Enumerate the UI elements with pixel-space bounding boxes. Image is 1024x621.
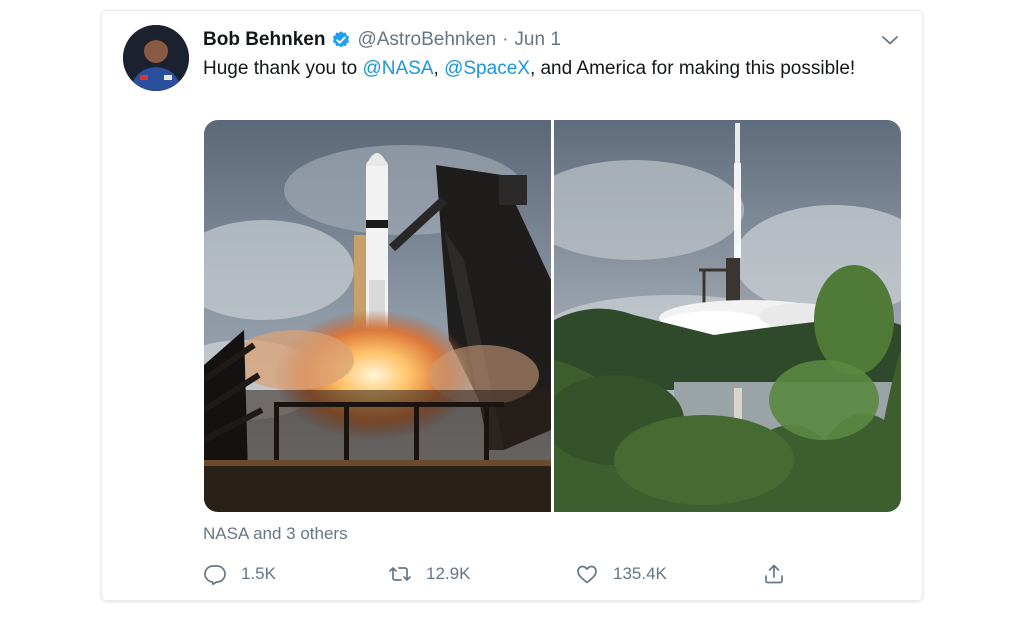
tweet-date[interactable]: Jun 1	[514, 29, 560, 51]
tweet-text: Huge thank you to @NASA, @SpaceX, and Am…	[203, 55, 883, 83]
heart-icon	[577, 565, 597, 584]
reply-icon	[204, 565, 226, 586]
tweet-text-part: ,	[433, 58, 445, 79]
mention-link-nasa[interactable]: @NASA	[363, 58, 434, 79]
tweet-text-part: Huge thank you to	[203, 58, 363, 79]
launch-photo-closeup[interactable]	[204, 120, 551, 512]
tweet-card[interactable]: Bob Behnken @AstroBehnken · Jun 1 Huge t…	[102, 11, 922, 600]
like-count: 135.4K	[613, 564, 667, 583]
avatar[interactable]	[123, 25, 189, 91]
chevron-down-icon[interactable]	[878, 28, 902, 52]
tweet-text-part: , and America for making this possible!	[529, 58, 856, 79]
retweet-count: 12.9K	[426, 564, 471, 583]
tweet-header: Bob Behnken @AstroBehnken · Jun 1	[203, 28, 902, 52]
media-grid	[204, 120, 901, 512]
author-name[interactable]: Bob Behnken	[203, 29, 325, 51]
like-button[interactable]: 135.4K	[575, 560, 667, 588]
reply-button[interactable]: 1.5K	[203, 560, 276, 588]
share-button[interactable]	[762, 560, 800, 588]
reply-count: 1.5K	[241, 564, 276, 583]
launch-photo-distant[interactable]	[524, 120, 901, 512]
retweet-button[interactable]: 12.9K	[388, 560, 470, 588]
author-handle[interactable]: @AstroBehnken	[357, 29, 496, 51]
mention-link-spacex[interactable]: @SpaceX	[444, 58, 530, 79]
verified-badge-icon	[333, 31, 350, 48]
retweet-icon	[389, 567, 411, 581]
share-icon	[765, 564, 783, 584]
separator-dot: ·	[502, 29, 509, 50]
action-bar: 1.5K 12.9K 135.4K	[203, 560, 803, 588]
likers-summary[interactable]: NASA and 3 others	[203, 524, 348, 544]
